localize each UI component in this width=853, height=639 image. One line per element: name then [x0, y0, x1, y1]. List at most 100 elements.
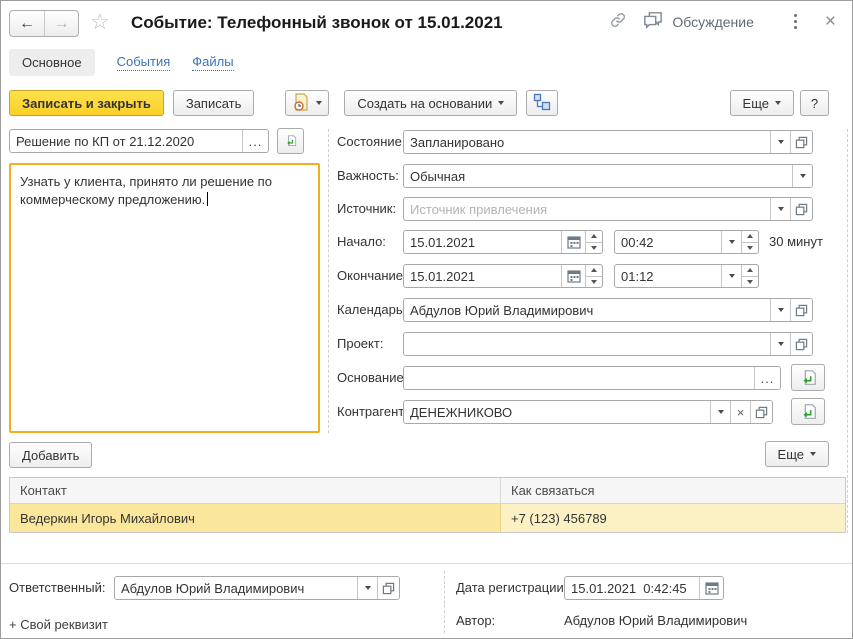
- chevron-down-icon: [365, 586, 371, 590]
- custom-attribute-link[interactable]: + Свой реквизит: [9, 617, 108, 632]
- end-calendar-button[interactable]: [561, 265, 585, 287]
- source-open-button[interactable]: [790, 198, 812, 220]
- state-open-button[interactable]: [790, 131, 812, 153]
- contacts-table: Контакт Как связаться Ведеркин Игорь Мих…: [9, 477, 846, 533]
- favorite-star-icon[interactable]: ☆: [90, 11, 110, 33]
- responsible-label: Ответственный:: [9, 580, 105, 595]
- start-time-dropdown-button[interactable]: [721, 231, 741, 253]
- end-time-spinner[interactable]: [741, 265, 758, 287]
- basis-label: Основание:: [337, 370, 407, 385]
- importance-dropdown-button[interactable]: [792, 165, 812, 187]
- project-input[interactable]: [404, 333, 770, 355]
- project-field-group: [403, 332, 813, 356]
- subject-select-button[interactable]: ...: [242, 130, 268, 152]
- counterparty-open-button[interactable]: [750, 401, 772, 423]
- tab-main[interactable]: Основное: [9, 49, 95, 76]
- author-value: Абдулов Юрий Владимирович: [564, 613, 747, 628]
- state-dropdown-button[interactable]: [770, 131, 790, 153]
- close-icon[interactable]: ×: [825, 12, 836, 31]
- start-date-group: [403, 230, 603, 254]
- counterparty-open-document-button[interactable]: [791, 398, 825, 425]
- start-time-input[interactable]: [615, 231, 721, 253]
- state-input[interactable]: [404, 131, 770, 153]
- chevron-down-icon: [778, 308, 784, 312]
- calendar-input[interactable]: [404, 299, 770, 321]
- description-textarea[interactable]: Узнать у клиента, принято ли решение по …: [9, 163, 320, 433]
- add-contact-button[interactable]: Добавить: [9, 442, 92, 468]
- counterparty-field-group: ×: [403, 400, 773, 424]
- back-button[interactable]: ←: [10, 11, 44, 36]
- importance-field-group: [403, 164, 813, 188]
- state-label: Состояние:: [337, 134, 405, 149]
- related-documents-button[interactable]: [526, 90, 558, 116]
- counterparty-clear-button[interactable]: ×: [730, 401, 750, 423]
- basis-open-document-button[interactable]: [791, 364, 825, 391]
- chevron-down-icon: [800, 174, 806, 178]
- save-button[interactable]: Записать: [173, 90, 255, 116]
- kebab-menu-icon[interactable]: [794, 14, 797, 29]
- counterparty-dropdown-button[interactable]: [710, 401, 730, 423]
- panel-splitter[interactable]: [328, 129, 329, 433]
- start-date-spinner[interactable]: [585, 231, 602, 253]
- end-time-input[interactable]: [615, 265, 721, 287]
- table-row[interactable]: Ведеркин Игорь Михайлович +7 (123) 45678…: [10, 504, 845, 532]
- calendar-label: Календарь:: [337, 302, 406, 317]
- discussion-icon[interactable]: [642, 11, 664, 33]
- subject-open-document-button[interactable]: [277, 128, 304, 154]
- tab-bar: Основное События Файлы: [9, 49, 234, 76]
- end-date-input[interactable]: [404, 265, 561, 287]
- start-date-input[interactable]: [404, 231, 561, 253]
- reminder-button[interactable]: [285, 90, 329, 116]
- subject-input[interactable]: [10, 130, 242, 152]
- start-label: Начало:: [337, 234, 386, 249]
- column-header-how-to-contact[interactable]: Как связаться: [501, 478, 845, 503]
- forward-button[interactable]: →: [44, 11, 78, 36]
- tab-events[interactable]: События: [117, 54, 171, 71]
- contact-phone-cell[interactable]: +7 (123) 456789: [501, 504, 845, 532]
- project-open-button[interactable]: [790, 333, 812, 355]
- tab-files[interactable]: Файлы: [192, 54, 233, 71]
- right-splitter: [847, 129, 848, 533]
- page-title: Событие: Телефонный звонок от 15.01.2021: [131, 13, 503, 33]
- more-button[interactable]: Еще: [730, 90, 794, 116]
- responsible-dropdown-button[interactable]: [357, 577, 377, 599]
- registration-calendar-button[interactable]: [699, 577, 723, 599]
- responsible-input[interactable]: [115, 577, 357, 599]
- help-button[interactable]: ?: [800, 90, 829, 116]
- source-label: Источник:: [337, 201, 396, 216]
- start-time-spinner[interactable]: [741, 231, 758, 253]
- contacts-table-header: Контакт Как связаться: [10, 478, 845, 504]
- start-calendar-button[interactable]: [561, 231, 585, 253]
- end-time-dropdown-button[interactable]: [721, 265, 741, 287]
- related-documents-icon: [533, 93, 551, 114]
- basis-select-button[interactable]: ...: [754, 367, 780, 389]
- create-based-on-button[interactable]: Создать на основании: [344, 90, 517, 116]
- save-and-close-button[interactable]: Записать и закрыть: [9, 90, 164, 116]
- source-input[interactable]: [404, 198, 770, 220]
- contacts-more-button[interactable]: Еще: [765, 441, 829, 467]
- link-icon[interactable]: [608, 11, 628, 32]
- responsible-open-button[interactable]: [377, 577, 399, 599]
- project-dropdown-button[interactable]: [770, 333, 790, 355]
- calendar-open-button[interactable]: [790, 299, 812, 321]
- importance-input[interactable]: [404, 165, 792, 187]
- registration-date-input[interactable]: [565, 577, 699, 599]
- counterparty-input[interactable]: [404, 401, 710, 423]
- column-header-contact[interactable]: Контакт: [10, 478, 501, 503]
- basis-input[interactable]: [404, 367, 754, 389]
- counterparty-label: Контрагент:: [337, 404, 408, 419]
- source-field-group: [403, 197, 813, 221]
- create-based-on-label: Создать на основании: [357, 96, 492, 111]
- chevron-down-icon: [810, 452, 816, 456]
- end-date-spinner[interactable]: [585, 265, 602, 287]
- source-dropdown-button[interactable]: [770, 198, 790, 220]
- discussion-label[interactable]: Обсуждение: [672, 14, 754, 30]
- subject-field-group: ...: [9, 129, 269, 153]
- end-label: Окончание:: [337, 268, 407, 283]
- calendar-dropdown-button[interactable]: [770, 299, 790, 321]
- contact-name-cell[interactable]: Ведеркин Игорь Михайлович: [10, 504, 501, 532]
- event-window: ← → ☆ Событие: Телефонный звонок от 15.0…: [0, 0, 853, 639]
- header-right: Обсуждение ×: [608, 1, 852, 42]
- author-label: Автор:: [456, 613, 495, 628]
- history-nav: ← →: [9, 10, 79, 37]
